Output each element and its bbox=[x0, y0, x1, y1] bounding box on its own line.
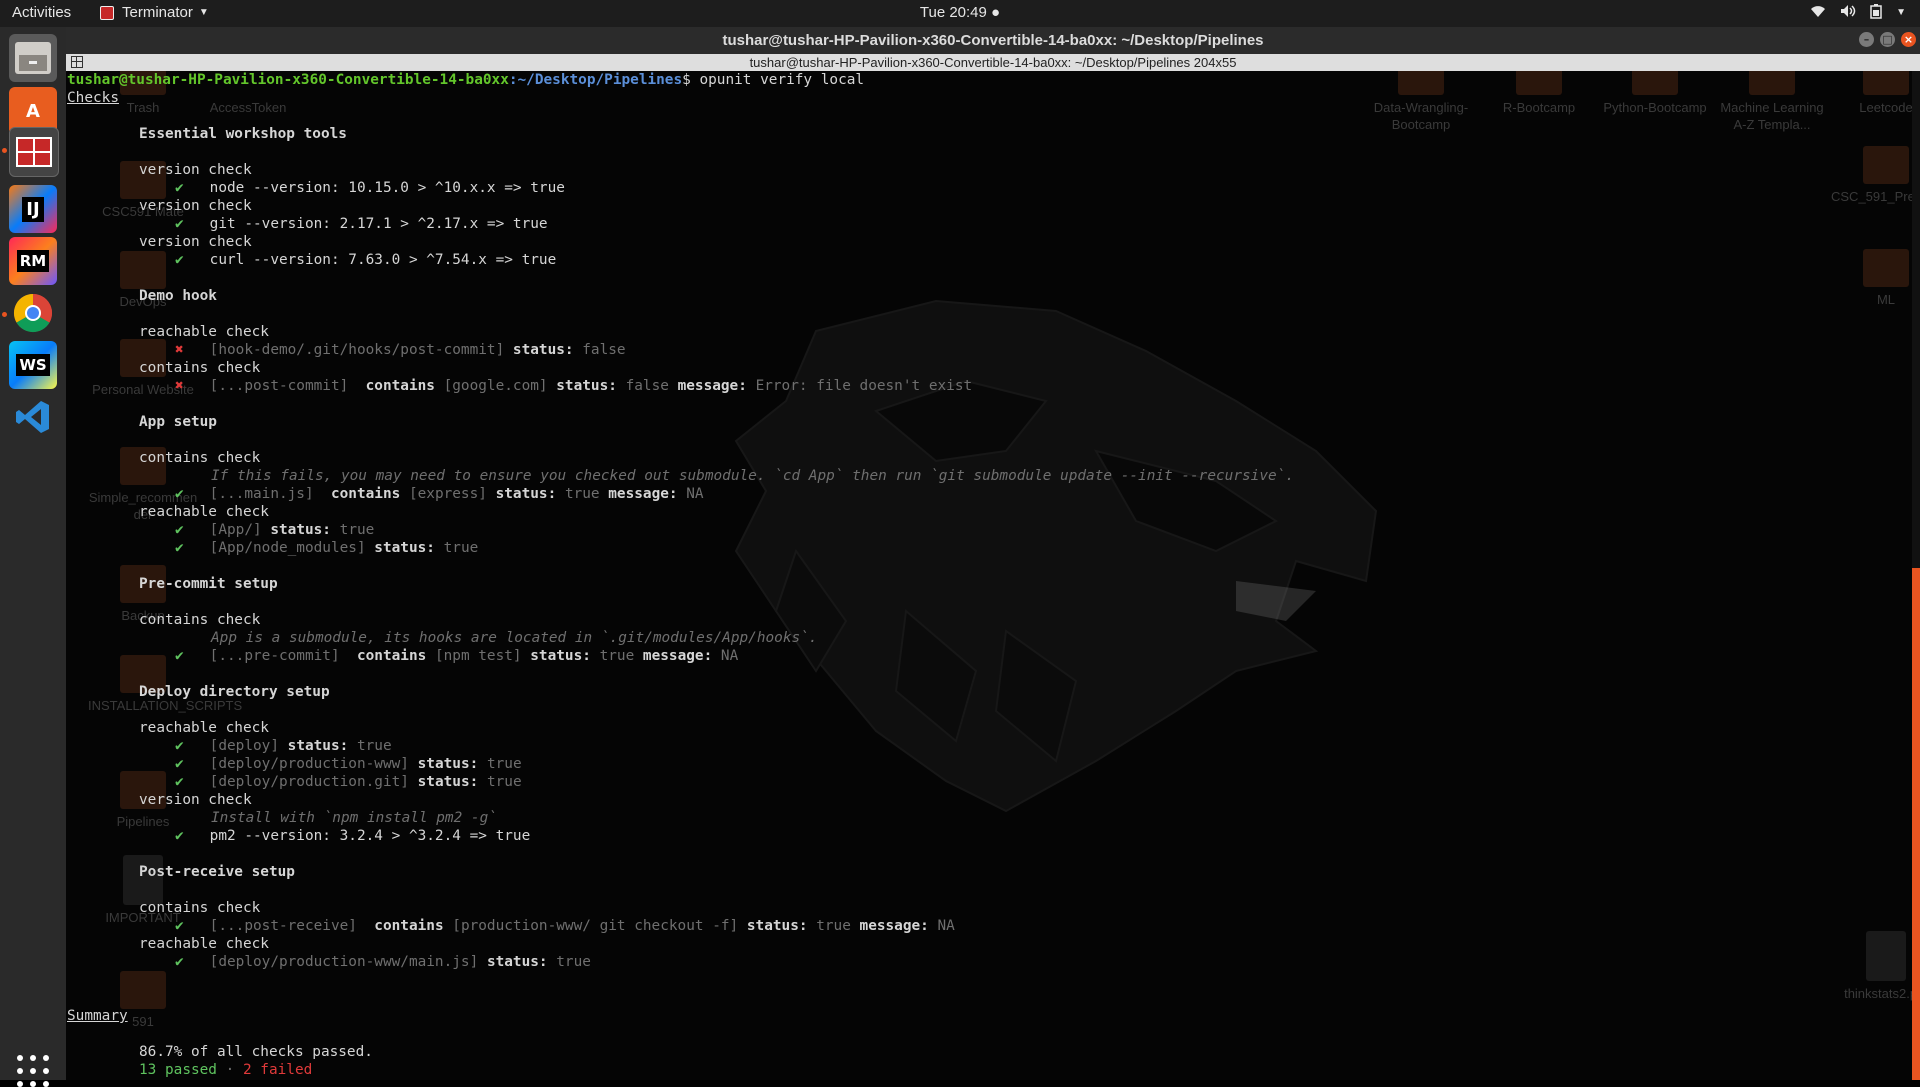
check-label: contains check bbox=[139, 450, 261, 466]
section-title: Deploy directory setup bbox=[139, 684, 330, 700]
app-menu[interactable]: Terminator ▼ bbox=[100, 4, 209, 21]
check-result: ✔ git --version: 2.17.1 > ^2.17.x => tru… bbox=[175, 216, 548, 232]
checkmark-icon: ✔ bbox=[175, 738, 184, 754]
volume-icon bbox=[1840, 4, 1856, 22]
terminal-titlebar: tushar@tushar-HP-Pavilion-x360-Convertib… bbox=[66, 54, 1920, 71]
power-menu-icon: ▼ bbox=[1896, 7, 1906, 18]
check-result: ✖ [...post-commit] contains [google.com]… bbox=[175, 378, 973, 394]
chevron-down-icon: ▼ bbox=[198, 7, 209, 18]
section-title: Pre-commit setup bbox=[139, 576, 278, 592]
checkmark-icon: ✔ bbox=[175, 540, 184, 556]
window-title: tushar@tushar-HP-Pavilion-x360-Convertib… bbox=[722, 32, 1264, 49]
hint-text: If this fails, you may need to ensure yo… bbox=[211, 468, 1294, 484]
terminal-title: tushar@tushar-HP-Pavilion-x360-Convertib… bbox=[749, 55, 1237, 70]
section-title: Post-receive setup bbox=[139, 864, 295, 880]
check-result: ✔ curl --version: 7.63.0 > ^7.54.x => tr… bbox=[175, 252, 557, 268]
check-result: ✔ [deploy/production.git] status: true bbox=[175, 774, 522, 790]
hint-text: Install with `npm install pm2 -g` bbox=[211, 810, 497, 826]
check-label: contains check bbox=[139, 360, 261, 376]
checkmark-icon: ✔ bbox=[175, 828, 184, 844]
check-label: reachable check bbox=[139, 504, 269, 520]
checkmark-icon: ✔ bbox=[175, 918, 184, 934]
section-title: Demo hook bbox=[139, 288, 217, 304]
cross-icon: ✖ bbox=[175, 378, 184, 394]
dock-vscode[interactable] bbox=[9, 393, 57, 441]
check-result: ✔ [...pre-commit] contains [npm test] st… bbox=[175, 648, 739, 664]
show-apps-icon[interactable] bbox=[17, 1055, 49, 1087]
summary-heading: Summary bbox=[67, 1008, 128, 1024]
check-result: ✖ [hook-demo/.git/hooks/post-commit] sta… bbox=[175, 342, 626, 358]
check-label: version check bbox=[139, 234, 252, 250]
wifi-icon bbox=[1810, 4, 1826, 22]
check-result: ✔ pm2 --version: 3.2.4 > ^3.2.4 => true bbox=[175, 828, 531, 844]
dock-terminator[interactable] bbox=[9, 127, 59, 177]
terminal-output: tushar@tushar-HP-Pavilion-x360-Convertib… bbox=[67, 71, 1907, 1078]
summary-percent: 86.7% of all checks passed. bbox=[139, 1044, 373, 1060]
check-result: ✔ node --version: 10.15.0 > ^10.x.x => t… bbox=[175, 180, 565, 196]
summary-counts: 13 passed · 2 failed bbox=[139, 1062, 313, 1078]
section-title: App setup bbox=[139, 414, 217, 430]
rubymine-icon: RM bbox=[16, 250, 50, 272]
checkmark-icon: ✔ bbox=[175, 252, 184, 268]
checks-heading: Checks bbox=[67, 90, 119, 106]
window-titlebar[interactable]: tushar@tushar-HP-Pavilion-x360-Convertib… bbox=[66, 27, 1920, 54]
files-icon bbox=[15, 42, 51, 74]
check-result: ✔ [App/node_modules] status: true bbox=[175, 540, 479, 556]
chrome-icon bbox=[13, 293, 53, 333]
check-label: contains check bbox=[139, 900, 261, 916]
check-result: ✔ [...main.js] contains [express] status… bbox=[175, 486, 704, 502]
app-menu-label: Terminator bbox=[122, 4, 193, 21]
dock-webstorm[interactable]: WS bbox=[9, 341, 57, 389]
check-label: reachable check bbox=[139, 324, 269, 340]
check-label: reachable check bbox=[139, 936, 269, 952]
checkmark-icon: ✔ bbox=[175, 180, 184, 196]
checkmark-icon: ✔ bbox=[175, 216, 184, 232]
minimize-button[interactable]: – bbox=[1859, 32, 1874, 47]
cross-icon: ✖ bbox=[175, 342, 184, 358]
dock: A IJ RM WS bbox=[0, 27, 66, 1087]
terminal-scrollbar[interactable] bbox=[1912, 71, 1920, 1080]
clock[interactable]: Tue 20:49 ● bbox=[920, 4, 1000, 21]
intellij-icon: IJ bbox=[22, 196, 44, 222]
checkmark-icon: ✔ bbox=[175, 756, 184, 772]
checkmark-icon: ✔ bbox=[175, 774, 184, 790]
prompt-line: tushar@tushar-HP-Pavilion-x360-Convertib… bbox=[67, 72, 865, 88]
terminator-icon bbox=[16, 137, 52, 167]
check-result: ✔ [...post-receive] contains [production… bbox=[175, 918, 955, 934]
check-result: ✔ [deploy/production-www/main.js] status… bbox=[175, 954, 591, 970]
hint-text: App is a submodule, its hooks are locate… bbox=[211, 630, 818, 646]
check-label: contains check bbox=[139, 612, 261, 628]
dock-intellij[interactable]: IJ bbox=[9, 185, 57, 233]
check-result: ✔ [App/] status: true bbox=[175, 522, 375, 538]
check-label: version check bbox=[139, 198, 252, 214]
checkmark-icon: ✔ bbox=[175, 954, 184, 970]
checkmark-icon: ✔ bbox=[175, 522, 184, 538]
top-panel: Activities Terminator ▼ Tue 20:49 ● ▼ bbox=[0, 0, 1920, 27]
system-tray[interactable]: ▼ bbox=[1810, 4, 1906, 22]
vscode-icon bbox=[16, 401, 49, 433]
dock-files[interactable] bbox=[9, 34, 57, 82]
close-button[interactable]: × bbox=[1901, 32, 1916, 47]
check-result: ✔ [deploy/production-www] status: true bbox=[175, 756, 522, 772]
section-title: Essential workshop tools bbox=[139, 126, 347, 142]
dock-rubymine[interactable]: RM bbox=[9, 237, 57, 285]
check-label: reachable check bbox=[139, 720, 269, 736]
terminator-icon bbox=[100, 5, 114, 20]
activities-button[interactable]: Activities bbox=[12, 4, 71, 21]
software-center-icon: A bbox=[26, 100, 40, 122]
dock-chrome[interactable] bbox=[9, 289, 57, 337]
maximize-button[interactable]: □ bbox=[1880, 32, 1895, 47]
terminal-pane[interactable]: Trash AccessToken Data-Wrangling-Bootcam… bbox=[66, 71, 1920, 1080]
check-label: version check bbox=[139, 162, 252, 178]
scrollbar-thumb[interactable] bbox=[1912, 568, 1920, 1080]
checkmark-icon: ✔ bbox=[175, 486, 184, 502]
check-result: ✔ [deploy] status: true bbox=[175, 738, 392, 754]
check-label: version check bbox=[139, 792, 252, 808]
webstorm-icon: WS bbox=[16, 354, 50, 376]
checkmark-icon: ✔ bbox=[175, 648, 184, 664]
battery-icon bbox=[1870, 4, 1882, 22]
